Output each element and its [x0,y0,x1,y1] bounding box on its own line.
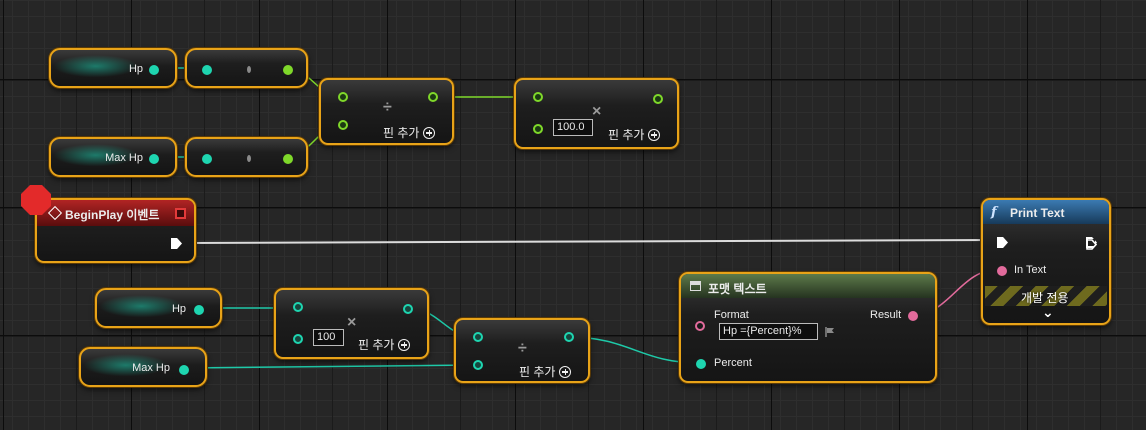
divide-input-a-pin[interactable] [338,92,348,102]
print-text-node[interactable]: f Print Text In Text 개발 전용 ⌄ [981,198,1111,325]
conversion-output-pin[interactable] [283,154,293,164]
divide-icon: ÷ [518,340,527,357]
conversion-output-pin[interactable] [283,65,293,75]
format-label: Format [714,309,749,321]
result-label: Result [870,309,902,321]
add-pin-button[interactable]: 핀 추가 [608,126,661,143]
multiply-value-field[interactable]: 100 [313,329,344,346]
divide-node-float[interactable]: ÷ 핀 추가 [319,78,454,145]
add-pin-button[interactable]: 핀 추가 [358,336,411,353]
add-pin-button[interactable]: 핀 추가 [519,363,572,380]
breakpoint-icon[interactable] [21,185,51,215]
multiply-input-a-pin[interactable] [533,92,543,102]
conversion-input-pin[interactable] [202,65,212,75]
divide-output-pin[interactable] [564,332,574,342]
hp-variable-node[interactable]: Hp [49,48,177,88]
format-text-node[interactable]: 포맷 텍스트 Format Hp ={Percent}% Result Perc… [679,272,937,383]
format-text-icon [690,281,701,291]
conversion-input-pin[interactable] [202,154,212,164]
max-hp-variable-node[interactable]: Max Hp [49,137,177,177]
plus-circle-icon [648,129,661,141]
multiply-icon: × [592,103,602,120]
add-pin-label: 핀 추가 [519,365,556,379]
hp-label: Hp [171,303,186,315]
add-pin-label: 핀 추가 [383,126,420,140]
conversion-node-max-hp[interactable] [185,137,308,177]
multiply-input-b-pin[interactable] [293,334,303,344]
format-text-title: 포맷 텍스트 [708,282,767,296]
format-value-field[interactable]: Hp ={Percent}% [719,323,818,340]
divide-input-a-pin[interactable] [473,332,483,342]
begin-play-event-node[interactable]: BeginPlay 이벤트 [35,198,196,263]
exec-input-pin[interactable] [997,237,1008,248]
multiply-input-a-pin[interactable] [293,302,303,312]
conversion-dot-icon [247,155,251,162]
print-text-title: Print Text [1010,206,1065,220]
wire-exec [179,239,1001,244]
max-hp-label: Max Hp [105,152,143,164]
add-pin-button[interactable]: 핀 추가 [383,124,436,141]
exec-output-pin[interactable] [171,238,182,249]
multiply-node-float[interactable]: 100.0 × 핀 추가 [514,78,679,149]
localization-flag-icon[interactable] [824,325,836,337]
divide-input-b-pin[interactable] [473,360,483,370]
conversion-node-hp[interactable] [185,48,308,88]
divide-output-pin[interactable] [428,92,438,102]
plus-circle-icon [423,127,436,139]
percent-label: Percent [714,357,752,369]
max-hp-output-pin[interactable] [179,365,189,375]
function-icon: f [991,205,997,220]
wire-maxhp-divide [183,364,477,369]
result-output-pin[interactable] [908,311,918,321]
add-pin-label: 핀 추가 [358,338,395,352]
percent-input-pin[interactable] [696,359,706,369]
add-pin-label: 핀 추가 [608,128,645,142]
hp-variable-node[interactable]: Hp [95,288,222,328]
divide-icon: ÷ [383,99,392,116]
conversion-dot-icon [247,66,251,73]
max-hp-variable-node[interactable]: Max Hp [79,347,207,387]
plus-circle-icon [398,339,411,351]
max-hp-label: Max Hp [132,362,170,374]
multiply-node-int[interactable]: 100 × 핀 추가 [274,288,429,359]
begin-play-title: BeginPlay 이벤트 [65,208,160,222]
plus-circle-icon [559,366,572,378]
exec-output-pin-outline [1086,237,1098,250]
multiply-input-b-pin[interactable] [533,124,543,134]
hp-label: Hp [128,63,143,75]
in-text-label: In Text [1014,264,1047,276]
in-text-pin[interactable] [997,266,1007,276]
divide-node-int[interactable]: ÷ 핀 추가 [454,318,590,383]
format-input-pin[interactable] [695,321,705,331]
hp-output-pin[interactable] [194,305,204,315]
divide-input-b-pin[interactable] [338,120,348,130]
expand-chevron-icon[interactable]: ⌄ [1042,304,1054,321]
max-hp-output-pin[interactable] [149,154,159,164]
delegate-pin-icon[interactable] [175,208,186,219]
multiply-value-field[interactable]: 100.0 [553,119,593,136]
multiply-icon: × [347,314,357,331]
multiply-output-pin[interactable] [403,304,413,314]
multiply-output-pin[interactable] [653,94,663,104]
hp-output-pin[interactable] [149,65,159,75]
